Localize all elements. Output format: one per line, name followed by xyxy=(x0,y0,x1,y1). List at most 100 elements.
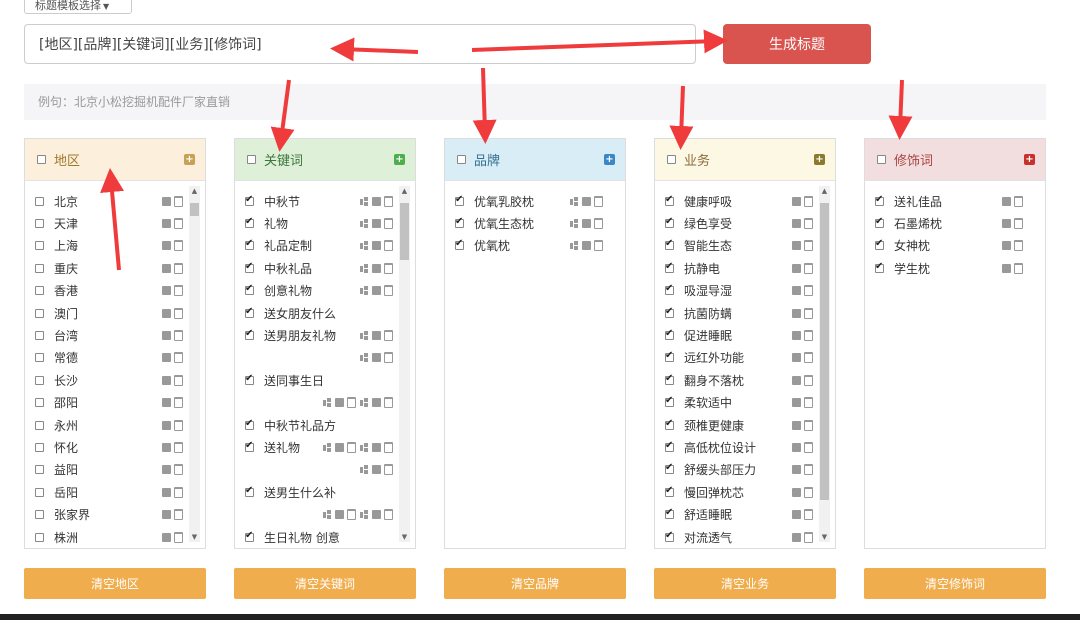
trash-icon[interactable] xyxy=(804,509,813,521)
trash-icon[interactable] xyxy=(174,464,183,476)
item-checkbox[interactable] xyxy=(35,241,44,251)
add-icon[interactable]: + xyxy=(394,154,405,165)
edit-icon[interactable] xyxy=(162,218,171,228)
trash-icon[interactable] xyxy=(384,262,393,274)
item-checkbox[interactable] xyxy=(875,261,884,273)
trash-icon[interactable] xyxy=(1014,240,1023,252)
edit-icon[interactable] xyxy=(162,510,171,520)
scroll-up-icon[interactable]: ▲ xyxy=(819,186,830,196)
edit-icon[interactable] xyxy=(372,353,381,363)
select-all-checkbox-keyword[interactable] xyxy=(247,155,256,164)
trash-icon[interactable] xyxy=(804,531,813,543)
edit-icon[interactable] xyxy=(1002,196,1011,206)
edit-icon[interactable] xyxy=(372,330,381,340)
item-checkbox[interactable] xyxy=(35,465,44,475)
title-template-input[interactable] xyxy=(24,24,696,64)
item-checkbox[interactable] xyxy=(665,373,674,385)
trash-icon[interactable] xyxy=(174,419,183,431)
trash-icon[interactable] xyxy=(384,195,393,207)
trash-icon[interactable] xyxy=(804,397,813,409)
item-checkbox[interactable] xyxy=(245,530,254,542)
item-checkbox[interactable] xyxy=(665,418,674,430)
trash-icon[interactable] xyxy=(1014,217,1023,229)
scrollbar-thumb[interactable] xyxy=(400,202,409,261)
edit-icon[interactable] xyxy=(162,241,171,251)
trash-icon[interactable] xyxy=(804,486,813,498)
trash-icon[interactable] xyxy=(174,397,183,409)
add-icon[interactable]: + xyxy=(604,154,615,165)
sitemap-icon[interactable] xyxy=(359,330,369,340)
item-checkbox[interactable] xyxy=(665,462,674,475)
scrollbar[interactable]: ▲ ▼ xyxy=(399,186,410,542)
sitemap-icon[interactable] xyxy=(322,442,332,452)
trash-icon[interactable] xyxy=(804,195,813,207)
edit-icon[interactable] xyxy=(162,353,171,363)
select-all-checkbox-business[interactable] xyxy=(667,155,676,164)
item-checkbox[interactable] xyxy=(665,530,674,542)
trash-icon[interactable] xyxy=(804,285,813,297)
sitemap-icon[interactable] xyxy=(359,218,369,228)
item-checkbox[interactable] xyxy=(35,420,44,430)
edit-icon[interactable] xyxy=(792,398,801,408)
trash-icon[interactable] xyxy=(174,352,183,364)
edit-icon[interactable] xyxy=(792,330,801,340)
scroll-down-icon[interactable]: ▼ xyxy=(399,532,410,542)
edit-icon[interactable] xyxy=(372,196,381,206)
scroll-down-icon[interactable]: ▼ xyxy=(819,532,830,542)
trash-icon[interactable] xyxy=(804,329,813,341)
edit-icon[interactable] xyxy=(1002,263,1011,273)
trash-icon[interactable] xyxy=(174,307,183,319)
trash-icon[interactable] xyxy=(384,509,393,521)
item-checkbox[interactable] xyxy=(245,306,254,318)
item-checkbox[interactable] xyxy=(665,328,674,340)
item-checkbox[interactable] xyxy=(665,261,674,273)
scrollbar[interactable]: ▲ ▼ xyxy=(189,186,200,542)
sitemap-icon[interactable] xyxy=(359,398,369,407)
item-checkbox[interactable] xyxy=(665,194,674,206)
edit-icon[interactable] xyxy=(372,263,381,273)
edit-icon[interactable] xyxy=(792,196,801,206)
trash-icon[interactable] xyxy=(174,262,183,274)
item-checkbox[interactable] xyxy=(245,328,254,340)
item-checkbox[interactable] xyxy=(35,196,44,206)
sitemap-icon[interactable] xyxy=(322,510,332,519)
trash-icon[interactable] xyxy=(594,217,603,229)
edit-icon[interactable] xyxy=(162,465,171,475)
edit-icon[interactable] xyxy=(1002,241,1011,251)
sitemap-icon[interactable] xyxy=(569,241,579,250)
trash-icon[interactable] xyxy=(174,374,183,386)
scroll-up-icon[interactable]: ▲ xyxy=(399,186,410,196)
sitemap-icon[interactable] xyxy=(359,286,369,295)
trash-icon[interactable] xyxy=(174,509,183,521)
item-checkbox[interactable] xyxy=(245,440,254,452)
add-icon[interactable]: + xyxy=(1024,154,1035,165)
generate-title-button[interactable]: 生成标题 xyxy=(723,24,871,64)
edit-icon[interactable] xyxy=(372,241,381,251)
sitemap-icon[interactable] xyxy=(569,218,579,228)
item-checkbox[interactable] xyxy=(245,373,254,385)
item-checkbox[interactable] xyxy=(245,283,254,296)
trash-icon[interactable] xyxy=(384,217,393,229)
edit-icon[interactable] xyxy=(162,442,171,452)
edit-icon[interactable] xyxy=(792,241,801,251)
edit-icon[interactable] xyxy=(582,218,591,228)
sitemap-icon[interactable] xyxy=(359,196,369,206)
item-checkbox[interactable] xyxy=(35,263,44,273)
item-checkbox[interactable] xyxy=(245,238,254,251)
edit-icon[interactable] xyxy=(372,286,381,296)
edit-icon[interactable] xyxy=(792,286,801,296)
edit-icon[interactable] xyxy=(162,196,171,206)
item-checkbox[interactable] xyxy=(35,330,44,340)
edit-icon[interactable] xyxy=(792,308,801,318)
add-icon[interactable]: + xyxy=(184,154,195,165)
item-checkbox[interactable] xyxy=(665,350,674,363)
item-checkbox[interactable] xyxy=(245,216,254,228)
scroll-up-icon[interactable]: ▲ xyxy=(189,186,200,196)
trash-icon[interactable] xyxy=(384,464,393,476)
sitemap-icon[interactable] xyxy=(359,465,369,474)
trash-icon[interactable] xyxy=(347,509,356,521)
edit-icon[interactable] xyxy=(335,442,344,452)
edit-icon[interactable] xyxy=(582,241,591,251)
add-icon[interactable]: + xyxy=(814,154,825,165)
edit-icon[interactable] xyxy=(162,330,171,340)
